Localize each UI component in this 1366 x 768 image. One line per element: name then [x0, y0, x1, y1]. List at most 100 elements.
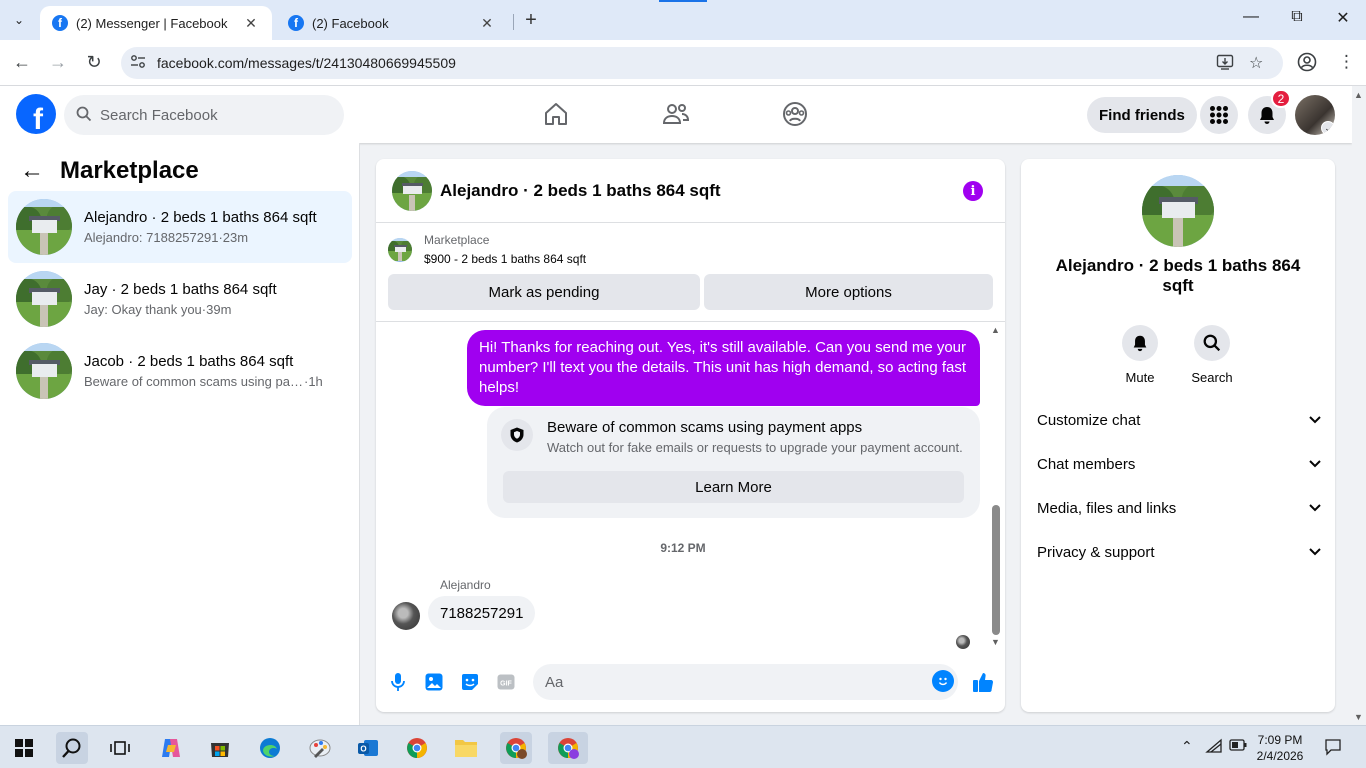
scroll-down-arrow-icon[interactable]: ▼	[1354, 712, 1363, 722]
file-explorer-icon[interactable]	[450, 732, 482, 764]
menu-grid-icon[interactable]	[1200, 96, 1238, 134]
facebook-logo-icon[interactable]: f	[16, 94, 56, 134]
forward-arrow-icon[interactable]: →	[46, 52, 70, 73]
edge-browser-icon[interactable]	[254, 732, 286, 764]
tab-title: (2) Facebook	[312, 15, 389, 31]
close-tab-icon[interactable]: ✕	[478, 15, 496, 32]
scroll-down-arrow-icon[interactable]: ▼	[991, 637, 1000, 647]
tray-chevron-up-icon[interactable]: ⌃	[1181, 738, 1193, 755]
facebook-favicon-icon: f	[288, 15, 304, 31]
account-avatar[interactable]: ⌄	[1295, 95, 1335, 135]
conversation-list-panel: ← Marketplace Alejandro · 2 beds 1 baths…	[0, 143, 360, 725]
chat-members-section[interactable]: Chat members	[1037, 444, 1321, 484]
site-settings-icon[interactable]	[130, 54, 146, 73]
chat-scrollbar[interactable]: ▲ ▼	[990, 325, 1002, 651]
outgoing-message-bubble: Hi! Thanks for reaching out. Yes, it's s…	[467, 330, 980, 406]
privacy-support-section[interactable]: Privacy & support	[1037, 532, 1321, 572]
browser-tab-messenger[interactable]: f (2) Messenger | Facebook ✕	[40, 6, 272, 40]
conversation-item-jay[interactable]: Jay · 2 beds 1 baths 864 sqft Jay: Okay …	[8, 263, 352, 335]
find-friends-button[interactable]: Find friends	[1087, 97, 1197, 133]
reload-icon[interactable]: ↻	[82, 52, 106, 73]
listing-thumbnail	[16, 343, 72, 399]
browser-menu-icon[interactable]: ⋮	[1338, 52, 1355, 72]
photo-gallery-icon[interactable]	[423, 671, 445, 693]
tab-divider	[513, 14, 514, 30]
listing-thumbnail-small	[388, 237, 412, 262]
bookmark-star-icon[interactable]: ☆	[1249, 53, 1263, 73]
sticker-icon[interactable]	[459, 671, 481, 693]
new-tab-plus-icon[interactable]: +	[520, 9, 542, 31]
conversation-name: Alejandro · 2 beds 1 baths 864 sqft	[84, 209, 317, 226]
outlook-icon[interactable]: O	[352, 732, 384, 764]
mute-button[interactable]: Mute	[1110, 325, 1170, 385]
url-text: facebook.com/messages/t/2413048066994550…	[157, 55, 456, 71]
media-files-links-section[interactable]: Media, files and links	[1037, 488, 1321, 528]
notification-center-icon[interactable]	[1324, 738, 1342, 759]
customize-chat-section[interactable]: Customize chat	[1037, 400, 1321, 440]
search-in-conversation-button[interactable]: Search	[1182, 325, 1242, 385]
chat-title[interactable]: Alejandro · 2 beds 1 baths 864 sqft	[440, 181, 721, 201]
chat-listing-thumbnail[interactable]	[392, 170, 432, 211]
listing-thumbnail	[16, 199, 72, 255]
conversation-item-alejandro[interactable]: Alejandro · 2 beds 1 baths 864 sqft Alej…	[8, 191, 352, 263]
listing-profile-photo[interactable]	[1142, 175, 1214, 247]
section-label: Media, files and links	[1037, 499, 1177, 517]
facebook-header: f Search Facebook Find friends ⌄	[0, 86, 1352, 143]
home-icon[interactable]	[542, 100, 570, 128]
page-scrollbar[interactable]: ▲ ▼	[1352, 86, 1366, 725]
tab-search-chevron-icon[interactable]: ⌄	[6, 8, 32, 32]
mark-as-pending-button[interactable]: Mark as pending	[388, 274, 700, 310]
paint-app-icon[interactable]	[304, 732, 336, 764]
more-options-button[interactable]: More options	[704, 274, 993, 310]
task-view-icon[interactable]	[104, 732, 136, 764]
listing-price: $900 - 2 beds 1 baths 864 sqft	[424, 252, 587, 266]
taskbar-clock[interactable]: 7:09 PM 2/4/2026	[1240, 732, 1320, 764]
microsoft-store-icon[interactable]	[204, 732, 236, 764]
install-app-icon[interactable]	[1216, 53, 1234, 76]
window-close-icon[interactable]: ✕	[1328, 8, 1358, 28]
groups-icon[interactable]	[781, 100, 809, 128]
friends-icon[interactable]	[662, 100, 690, 128]
marketplace-listing-strip[interactable]: Marketplace $900 - 2 beds 1 baths 864 sq…	[388, 233, 586, 266]
address-bar[interactable]: facebook.com/messages/t/2413048066994550…	[121, 47, 1283, 79]
clock-date: 2/4/2026	[1256, 749, 1304, 763]
browser-tab-facebook[interactable]: f (2) Facebook ✕	[276, 6, 508, 40]
learn-more-button[interactable]: Learn More	[503, 471, 964, 503]
chat-divider	[376, 321, 1005, 322]
thumbs-up-icon[interactable]	[972, 671, 994, 693]
conversation-info-panel: Alejandro · 2 beds 1 baths 864 sqft Mute…	[1021, 159, 1335, 712]
taskbar-search-icon[interactable]	[56, 732, 88, 764]
profile-icon[interactable]	[1297, 52, 1317, 77]
back-arrow-icon[interactable]: ←	[10, 52, 34, 73]
shield-icon	[501, 419, 533, 451]
back-arrow-icon[interactable]: ←	[20, 157, 44, 185]
bell-icon	[1122, 325, 1158, 361]
sender-avatar[interactable]	[392, 602, 420, 630]
info-icon[interactable]: i	[963, 181, 983, 201]
conversation-item-jacob[interactable]: Jacob · 2 beds 1 baths 864 sqft Beware o…	[8, 335, 352, 407]
wifi-icon[interactable]	[1205, 738, 1223, 757]
scroll-up-arrow-icon[interactable]: ▲	[1354, 90, 1363, 100]
chat-scrollbar-thumb[interactable]	[992, 505, 1000, 635]
scroll-up-arrow-icon[interactable]: ▲	[991, 325, 1000, 335]
chrome-icon[interactable]	[401, 732, 433, 764]
scam-warning-title: Beware of common scams using payment app…	[547, 419, 863, 436]
svg-text:O: O	[360, 745, 366, 754]
mute-label: Mute	[1125, 370, 1155, 385]
chrome-active-window-icon[interactable]	[548, 732, 588, 764]
microphone-icon[interactable]	[387, 671, 409, 693]
gif-icon[interactable]: GIF	[495, 671, 517, 693]
facebook-search-input[interactable]: Search Facebook	[64, 95, 344, 135]
chrome-profile-icon[interactable]	[500, 732, 532, 764]
emoji-icon[interactable]	[932, 670, 954, 692]
copilot-icon[interactable]	[155, 732, 187, 764]
conversation-snippet: Beware of common scams using pay...	[84, 374, 304, 389]
message-input[interactable]	[533, 664, 958, 700]
conversation-snippet: Jay: Okay thank you	[84, 302, 202, 317]
windows-start-icon[interactable]	[8, 732, 40, 764]
windows-taskbar: O ⌃ 7:09 PM 2/4/2026	[0, 725, 1366, 768]
minimize-icon[interactable]: —	[1236, 8, 1266, 26]
close-tab-icon[interactable]: ✕	[242, 15, 260, 32]
conversation-name: Jay · 2 beds 1 baths 864 sqft	[84, 281, 277, 298]
restore-icon[interactable]: ⧉	[1282, 8, 1312, 26]
